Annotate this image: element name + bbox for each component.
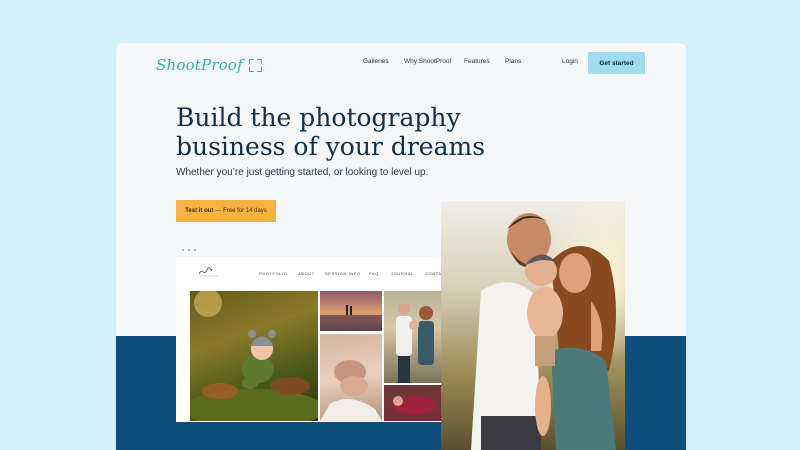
family-photo-illustration	[441, 201, 625, 450]
dress-illustration	[392, 396, 436, 414]
nav-plans[interactable]: Plans	[505, 58, 521, 65]
shootproof-logo[interactable]: ShootProof	[156, 54, 262, 76]
viewfinder-icon	[248, 58, 262, 72]
free-trial-button[interactable]: Test it out — Free for 14 days	[176, 200, 276, 222]
headline-line-2: business of your dreams	[176, 132, 486, 161]
site-nav-journal[interactable]: JOURNAL	[391, 271, 414, 276]
family-illustration	[396, 303, 434, 383]
photo-red-dress[interactable]	[384, 385, 446, 421]
nav-features[interactable]: Features	[464, 58, 490, 65]
browser-window: ShootProof Galleries Why ShootProof Feat…	[116, 43, 686, 450]
hero-subheadline: Whether you’re just getting started, or …	[176, 167, 429, 178]
window-dots	[182, 249, 196, 251]
sunset-illustration	[320, 305, 382, 331]
nav-why-shootproof[interactable]: Why ShootProof	[404, 58, 451, 65]
photo-holding-hands[interactable]	[320, 334, 382, 421]
photo-sunset-couple[interactable]	[320, 291, 382, 331]
hands-illustration	[320, 360, 382, 421]
trial-rest-label: — Free for 14 days	[215, 208, 267, 214]
trial-bold-label: Test it out	[185, 208, 214, 214]
photographer-signature-logo	[198, 267, 218, 277]
hero-family-photo	[441, 201, 625, 450]
site-nav-portfolio[interactable]: PORTFOLIO	[259, 271, 287, 276]
photo-family[interactable]	[384, 291, 446, 383]
site-nav-session-info[interactable]: SESSION INFO	[325, 271, 361, 276]
site-nav-faq[interactable]: FAQ	[369, 271, 379, 276]
hero-headline: Build the photography business of your d…	[176, 103, 516, 161]
get-started-button[interactable]: Get started	[588, 52, 645, 74]
nav-galleries[interactable]: Galleries	[363, 58, 389, 65]
headline-line-1: Build the photography	[176, 103, 461, 132]
photo-baby-in-moss[interactable]	[190, 291, 318, 421]
baby-illustration	[190, 291, 318, 421]
logo-text: ShootProof	[156, 56, 243, 74]
login-link[interactable]: Login	[562, 58, 578, 65]
mock-photographer-site: PORTFOLIO ABOUT SESSION INFO FAQ JOURNAL…	[176, 257, 461, 422]
site-nav-about[interactable]: ABOUT	[298, 271, 315, 276]
